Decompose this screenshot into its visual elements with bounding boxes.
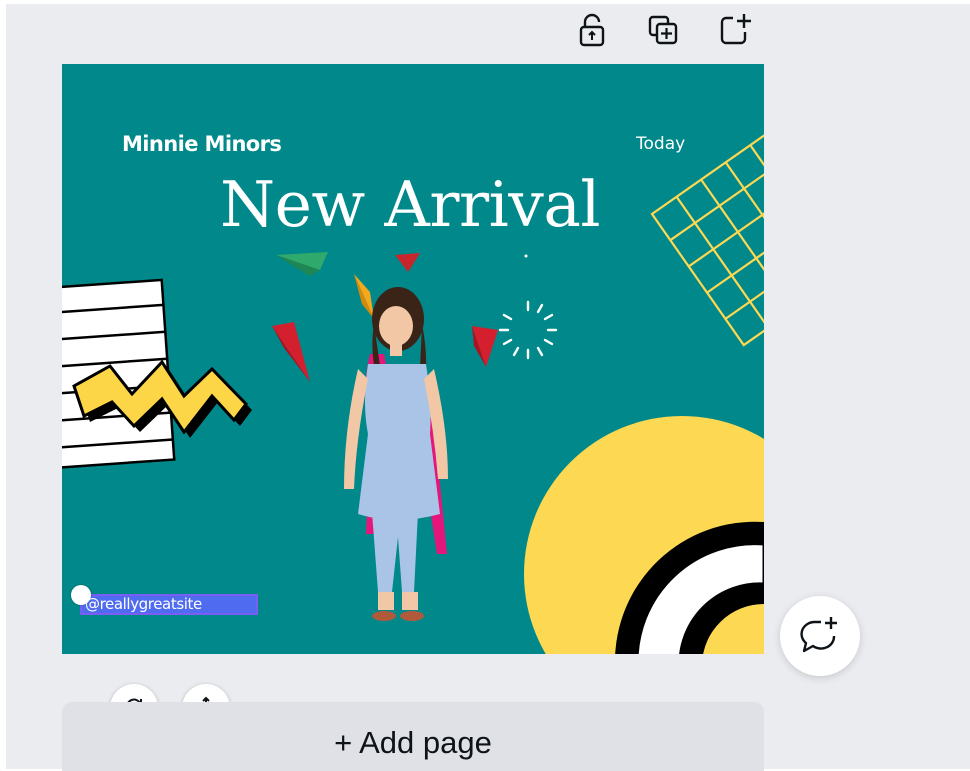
child-model-photo [344,287,448,621]
duplicate-page-button[interactable] [643,10,683,50]
add-page-button[interactable]: + Add page [62,702,764,771]
headline-text[interactable]: New Arrival [220,168,620,241]
add-page-label: + Add page [334,724,492,760]
lock-page-button[interactable] [572,10,612,50]
sunburst-shape [498,300,558,360]
selection-handle[interactable] [71,585,91,605]
yellow-grid-shape [650,126,764,347]
duplicate-page-icon [648,15,678,45]
window-edge-top [0,0,970,4]
add-page-icon [720,14,751,45]
brand-name[interactable]: Minnie Minors [122,132,282,156]
paper-plane-red-top [395,253,420,272]
unlock-icon [579,13,605,47]
design-canvas[interactable]: Minnie Minors Today New Arrival @reallyg… [62,64,764,654]
add-page-button-top[interactable] [714,10,754,50]
add-comment-icon [800,617,837,653]
window-edge-left [0,0,6,771]
add-comment-button[interactable] [780,596,860,676]
website-text-selected[interactable]: @reallygreatsite [80,594,258,615]
date-label[interactable]: Today [636,134,685,154]
paper-plane-red-left [272,322,310,382]
